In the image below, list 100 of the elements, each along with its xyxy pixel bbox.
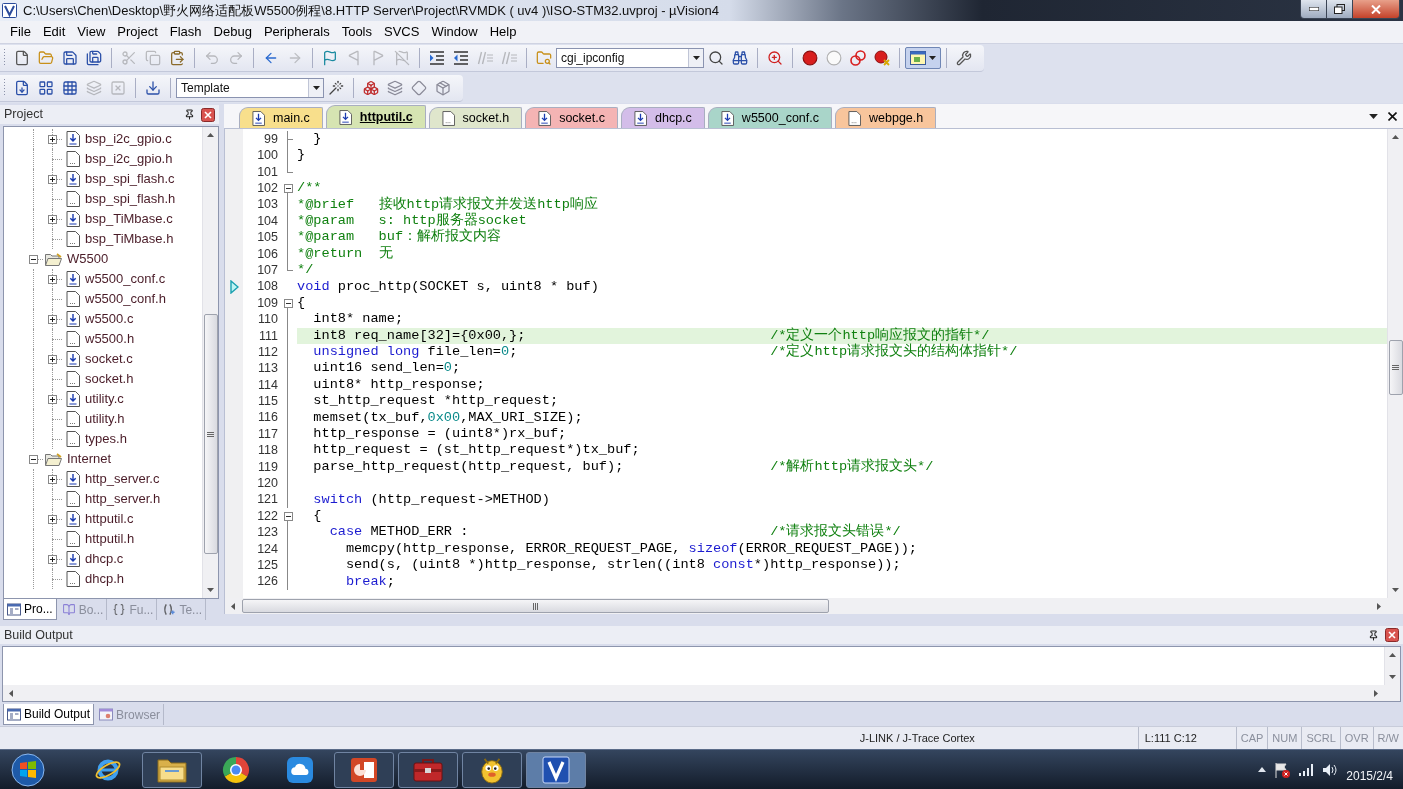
pin-button[interactable]	[1368, 629, 1379, 641]
tree-item[interactable]: bsp_TiMbase.h	[85, 229, 174, 249]
scrollbar[interactable]	[202, 127, 218, 598]
tree-item[interactable]: w5500.c	[85, 309, 134, 329]
collapse-icon[interactable]	[283, 183, 293, 193]
expand-icon[interactable]	[48, 174, 57, 184]
menu-item[interactable]: Edit	[36, 23, 72, 41]
editor-tab[interactable]: socket.h	[428, 107, 523, 128]
menu-item[interactable]: Debug	[207, 23, 258, 41]
tree-item[interactable]: http_server.c	[85, 469, 160, 489]
expand-icon[interactable]	[48, 354, 57, 364]
speaker-icon[interactable]	[1322, 762, 1339, 777]
editor-tab[interactable]: socket.c	[525, 107, 618, 128]
scrollbar[interactable]	[225, 598, 1387, 614]
collapse-icon[interactable]	[283, 511, 293, 521]
code-line: send(s, (uint8 *)http_response, strlen((int8 const*)http_response));	[345, 557, 901, 574]
dropdown-button[interactable]	[688, 49, 703, 67]
document-arrow-icon	[66, 351, 80, 367]
editor-tab[interactable]: dhcp.c	[621, 107, 705, 128]
code-line: }	[313, 131, 322, 148]
pin-button[interactable]	[184, 109, 195, 120]
tree-item[interactable]: bsp_i2c_gpio.c	[85, 129, 172, 149]
flag-icon[interactable]	[1274, 761, 1291, 778]
menu-item[interactable]: Window	[425, 23, 484, 41]
expand-icon[interactable]	[48, 314, 57, 324]
scrollbar[interactable]	[3, 685, 1384, 701]
scrollbar-thumb[interactable]	[242, 599, 829, 613]
chat-taskbar-button[interactable]	[462, 751, 522, 788]
tree-item[interactable]: W5500	[67, 249, 109, 269]
collapse-icon[interactable]	[283, 298, 293, 308]
tree-item[interactable]: dhcp.h	[85, 569, 125, 589]
collapse-icon[interactable]	[29, 454, 38, 464]
tree-item[interactable]: w5500_conf.h	[85, 289, 166, 309]
tree-item[interactable]: httputil.h	[85, 529, 135, 549]
expand-icon[interactable]	[48, 394, 57, 404]
tree-item[interactable]: utility.h	[85, 409, 125, 429]
tree-item[interactable]: bsp_i2c_gpio.h	[85, 149, 173, 169]
menu-item[interactable]: View	[71, 23, 112, 41]
document-icon	[66, 431, 80, 447]
restore-button[interactable]	[1327, 0, 1353, 18]
editor-tab[interactable]: httputil.c	[325, 105, 426, 128]
tab-list-button[interactable]	[1369, 113, 1378, 119]
menu-item[interactable]: File	[4, 23, 37, 41]
tree-item[interactable]: socket.c	[85, 349, 133, 369]
collapse-icon[interactable]	[29, 254, 38, 264]
tree-item[interactable]: bsp_TiMbase.c	[85, 209, 173, 229]
menu-item[interactable]: Help	[483, 23, 523, 41]
expand-icon[interactable]	[48, 274, 57, 284]
editor-tab[interactable]: webpge.h	[835, 107, 937, 128]
scrollbar-thumb[interactable]	[1388, 340, 1403, 395]
toolbox-taskbar-button[interactable]	[398, 751, 458, 788]
minimize-button[interactable]	[1301, 0, 1327, 18]
tree-item[interactable]: bsp_spi_flash.c	[85, 169, 175, 189]
tree-item[interactable]: bsp_spi_flash.h	[85, 189, 176, 209]
signal-bars-icon[interactable]	[1298, 762, 1315, 777]
tree-item[interactable]: http_server.h	[85, 489, 161, 509]
combo-field[interactable]: Template	[176, 77, 324, 98]
close-button[interactable]	[1353, 0, 1399, 18]
menu-item[interactable]: Peripherals	[257, 23, 336, 41]
menu-item[interactable]: Tools	[335, 23, 378, 41]
tree-item[interactable]: utility.c	[85, 389, 124, 409]
code-line: http_response = (uint8*)rx_buf;	[313, 426, 567, 443]
editor-tab[interactable]: main.c	[239, 107, 323, 128]
menu-item[interactable]: Project	[111, 23, 164, 41]
menu-item[interactable]: Flash	[163, 23, 208, 41]
combo-field[interactable]: cgi_ipconfig	[556, 48, 704, 68]
tree-item[interactable]: w5500_conf.c	[85, 269, 166, 289]
down-arrow-icon	[207, 588, 214, 592]
tree-item[interactable]: socket.h	[85, 369, 134, 389]
expand-icon[interactable]	[48, 474, 57, 484]
status-indicator: R/W	[1377, 730, 1399, 746]
folder-taskbar-button[interactable]	[142, 751, 202, 788]
expand-icon[interactable]	[48, 134, 57, 144]
scrollbar-thumb[interactable]	[203, 314, 218, 554]
close-tab-button[interactable]	[1388, 111, 1397, 121]
menu-item[interactable]: SVCS	[378, 23, 426, 41]
scrollbar[interactable]	[1384, 647, 1400, 685]
chevron-up-icon[interactable]	[1258, 767, 1267, 772]
tree-item[interactable]: Internet	[67, 449, 112, 469]
clock-date[interactable]: 2015/2/4	[1346, 767, 1393, 785]
expand-icon[interactable]	[48, 214, 57, 224]
grip-icon[interactable]	[3, 48, 6, 68]
close-button[interactable]	[201, 107, 215, 122]
dropdown-button[interactable]	[308, 78, 323, 97]
tree-item[interactable]: httputil.c	[85, 509, 134, 529]
presentation-taskbar-button[interactable]	[334, 751, 394, 788]
panel-tab[interactable]: Build Output	[3, 704, 95, 725]
panel-tab[interactable]: Pro...	[3, 599, 57, 620]
scrollbar[interactable]	[1387, 129, 1403, 598]
editor-tab[interactable]: w5500_conf.c	[707, 107, 832, 128]
expand-icon[interactable]	[48, 554, 57, 564]
tree-item[interactable]: w5500.h	[85, 329, 135, 349]
pin-icon	[184, 109, 195, 120]
expand-icon[interactable]	[48, 514, 57, 524]
windows-button[interactable]	[905, 47, 941, 69]
tree-item[interactable]: dhcp.c	[85, 549, 124, 569]
close-button[interactable]	[1385, 628, 1399, 642]
ide-taskbar-button[interactable]	[526, 751, 586, 788]
tree-item[interactable]: types.h	[85, 429, 127, 449]
output-field[interactable]	[2, 646, 1401, 702]
